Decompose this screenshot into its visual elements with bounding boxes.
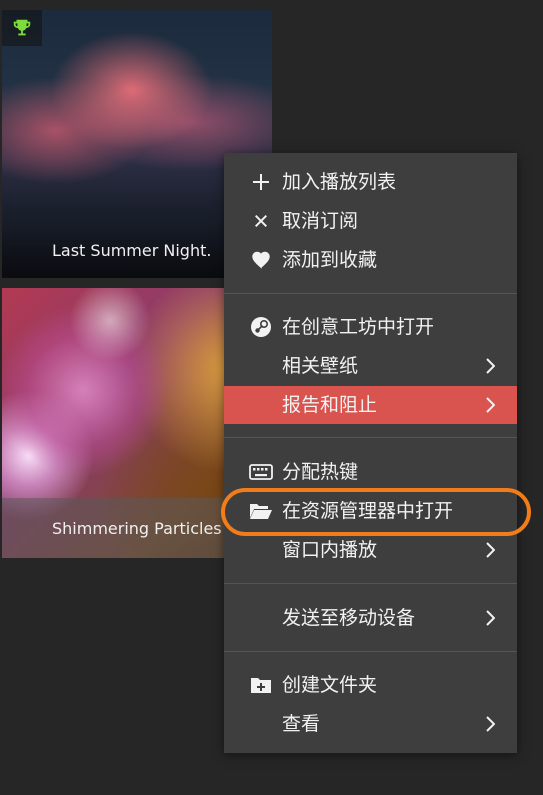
chevron-right-icon [483,599,497,637]
menu-item-label: 添加到收藏 [282,249,378,271]
chevron-right-icon [483,531,497,569]
menu-item-label: 创建文件夹 [282,674,378,696]
menu-item-report-and-block[interactable]: 报告和阻止 [224,386,517,424]
menu-item-label: 加入播放列表 [282,171,397,193]
close-icon [248,202,274,240]
menu-separator [224,293,517,294]
trophy-icon [13,19,31,36]
chevron-right-icon [483,386,497,424]
menu-separator [224,437,517,438]
menu-item-related-wallpapers[interactable]: 相关壁纸 [224,347,517,385]
menu-item-unsubscribe[interactable]: 取消订阅 [224,202,517,240]
menu-item-label: 窗口内播放 [282,539,378,561]
menu-item-view[interactable]: 查看 [224,705,517,743]
menu-item-label: 分配热键 [282,461,359,483]
trophy-badge [2,10,42,46]
menu-item-label: 在资源管理器中打开 [282,500,454,522]
folder-open-icon [248,492,274,530]
keyboard-icon [248,453,274,491]
menu-item-label: 报告和阻止 [282,394,378,416]
steam-icon [248,308,274,346]
menu-item-play-in-window[interactable]: 窗口内播放 [224,531,517,569]
menu-item-label: 相关壁纸 [282,355,359,377]
menu-item-add-to-playlist[interactable]: 加入播放列表 [224,163,517,201]
menu-item-create-folder[interactable]: 创建文件夹 [224,666,517,704]
menu-item-open-in-workshop[interactable]: 在创意工坊中打开 [224,308,517,346]
menu-item-open-in-explorer[interactable]: 在资源管理器中打开 [224,492,517,530]
menu-item-label: 在创意工坊中打开 [282,316,435,338]
context-menu: 加入播放列表 取消订阅 添加到收藏 在创意工坊中打开 相关壁纸 报告和阻止 分配… [224,153,517,753]
menu-item-label: 发送至移动设备 [282,607,416,629]
menu-item-label: 取消订阅 [282,210,359,232]
menu-separator [224,583,517,584]
menu-item-label: 查看 [282,713,321,735]
menu-item-send-to-mobile[interactable]: 发送至移动设备 [224,599,517,637]
folder-add-icon [248,666,274,704]
chevron-right-icon [483,347,497,385]
menu-item-assign-hotkey[interactable]: 分配热键 [224,453,517,491]
menu-separator [224,651,517,652]
heart-icon [248,241,274,279]
plus-icon [248,163,274,201]
chevron-right-icon [483,705,497,743]
menu-item-add-to-favorites[interactable]: 添加到收藏 [224,241,517,279]
